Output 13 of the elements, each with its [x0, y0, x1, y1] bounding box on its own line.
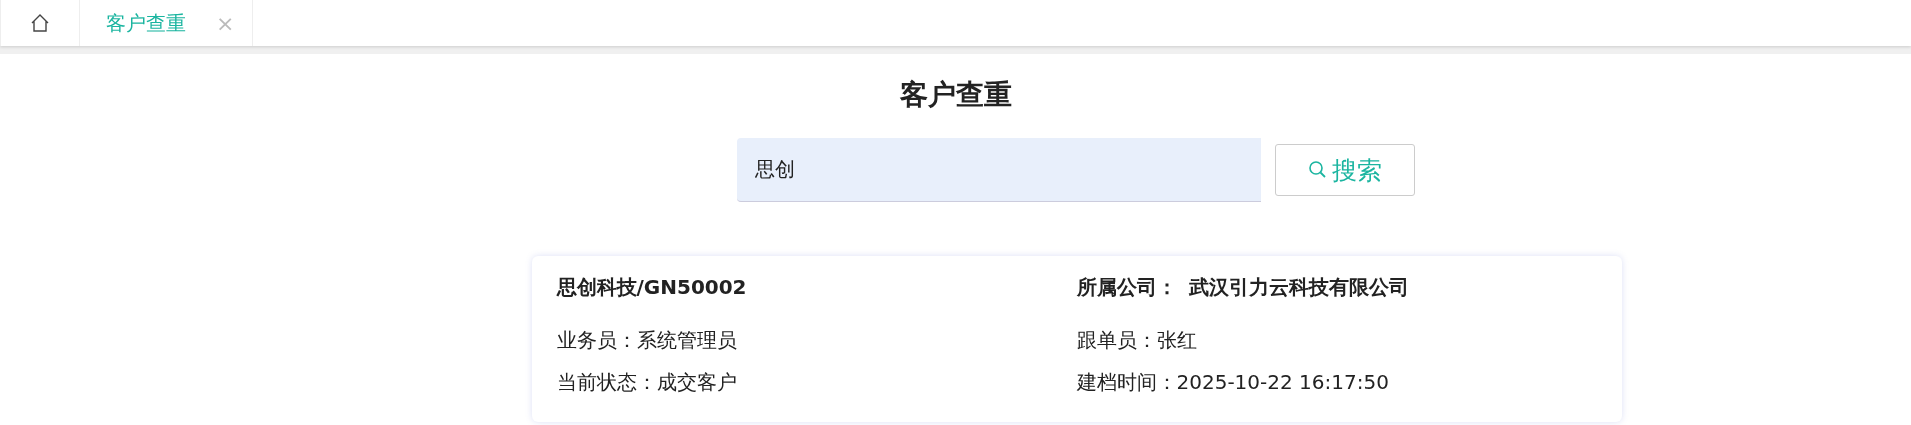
info-field: 当前状态：成交客户	[556, 369, 1077, 395]
info-field: 跟单员：张红	[1076, 327, 1597, 353]
search-field[interactable]: 思创	[736, 138, 1261, 202]
info-field: 业务员：系统管理员	[556, 327, 1077, 353]
close-icon[interactable]: ×	[216, 10, 235, 36]
company-name: 武汉引力云科技有限公司	[1188, 274, 1409, 301]
customer-name: 思创科技/GN50002	[556, 274, 748, 301]
home-icon	[30, 13, 50, 33]
page-title: 客户查重	[899, 77, 1012, 113]
company-label: 所属公司：	[1076, 274, 1177, 301]
search-icon	[1307, 160, 1328, 180]
search-button[interactable]: 搜索	[1274, 144, 1415, 196]
info-field: 建档时间：2025-10-22 16:17:50	[1076, 369, 1597, 395]
